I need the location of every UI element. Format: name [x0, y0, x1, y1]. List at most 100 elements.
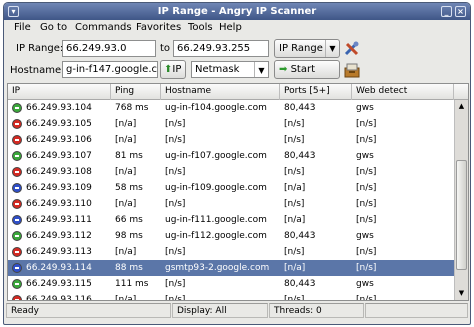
- ip-lookup-button[interactable]: ⬆IP: [160, 60, 186, 79]
- menu-bar: File Go to Commands Favorites Tools Help: [4, 20, 470, 36]
- menu-goto[interactable]: Go to: [40, 22, 67, 33]
- ip-lookup-label: IP: [172, 64, 182, 75]
- cell-ports: [n/s]: [284, 135, 305, 145]
- scroll-down-icon[interactable]: ▼: [455, 287, 468, 300]
- cell-hostname: [n/s]: [165, 135, 186, 145]
- menu-help[interactable]: Help: [219, 22, 242, 33]
- col-hostname[interactable]: Hostname: [161, 84, 280, 100]
- window-menu-icon[interactable]: ▾: [8, 6, 19, 17]
- table-row[interactable]: 66.249.93.107 81 ms ug-in-f107.google.com 8…: [8, 148, 454, 164]
- cell-web-detect: gws: [356, 103, 374, 113]
- cell-ports: 80,443: [284, 151, 316, 161]
- hostname-label: Hostname:: [10, 65, 65, 76]
- cell-ip: 66.249.93.108: [26, 167, 92, 177]
- menu-tools[interactable]: Tools: [188, 22, 213, 33]
- chevron-down-icon: ▼: [254, 62, 268, 77]
- app-window: ▾ IP Range - Angry IP Scanner _ × File G…: [3, 2, 471, 325]
- table-row[interactable]: 66.249.93.109 58 ms ug-in-f109.google.com […: [8, 180, 454, 196]
- cell-ip: 66.249.93.112: [26, 231, 92, 241]
- table-row[interactable]: 66.249.93.114 88 ms gsmtp93-2.google.com [n…: [8, 260, 454, 276]
- cell-web-detect: gws: [356, 279, 374, 289]
- cell-ip: 66.249.93.116: [26, 295, 92, 301]
- table-row[interactable]: 66.249.93.116 [n/a] [n/s] [n/s] [n/s]: [8, 292, 454, 301]
- status-red-icon: [12, 247, 22, 257]
- status-red-icon: [12, 135, 22, 145]
- cell-ports: [n/s]: [284, 295, 305, 301]
- cell-ping: [n/a]: [115, 167, 137, 177]
- feeder-select[interactable]: IP Range ▼: [274, 39, 340, 58]
- cell-web-detect: [n/s]: [356, 119, 377, 129]
- table-row[interactable]: 66.249.93.105 [n/a] [n/s] [n/s] [n/s]: [8, 116, 454, 132]
- cell-ping: [n/a]: [115, 247, 137, 257]
- cell-ping: 81 ms: [115, 151, 143, 161]
- cell-ping: [n/a]: [115, 199, 137, 209]
- table-row[interactable]: 66.249.93.104 768 ms ug-in-f104.google.com…: [8, 100, 454, 116]
- cell-web-detect: [n/s]: [356, 215, 377, 225]
- cell-ports: [n/a]: [284, 263, 306, 273]
- start-button-label: Start: [290, 64, 316, 75]
- table-row[interactable]: 66.249.93.113 [n/a] [n/s] [n/s] [n/s]: [8, 244, 454, 260]
- cell-ports: 80,443: [284, 279, 316, 289]
- scroll-thumb[interactable]: [456, 160, 467, 270]
- col-ports[interactable]: Ports [5+]: [280, 84, 352, 100]
- status-red-icon: [12, 167, 22, 177]
- cell-hostname: [n/s]: [165, 247, 186, 257]
- status-threads: Threads: 0: [269, 303, 364, 318]
- cell-ports: [n/s]: [284, 247, 305, 257]
- table-row[interactable]: 66.249.93.110 [n/a] [n/s] [n/s] [n/s]: [8, 196, 454, 212]
- table-row[interactable]: 66.249.93.111 66 ms ug-in-f111.google.com […: [8, 212, 454, 228]
- cell-ip: 66.249.93.114: [26, 263, 92, 273]
- cell-ping: 768 ms: [115, 103, 149, 113]
- ip-range-label: IP Range:: [16, 43, 64, 54]
- status-red-icon: [12, 295, 22, 300]
- cell-web-detect: [n/s]: [356, 199, 377, 209]
- cell-hostname: [n/s]: [165, 119, 186, 129]
- cell-web-detect: [n/s]: [356, 167, 377, 177]
- table-row[interactable]: 66.249.93.115 111 ms [n/s] 80,443 gws: [8, 276, 454, 292]
- table-row[interactable]: 66.249.93.112 98 ms ug-in-f112.google.com 8…: [8, 228, 454, 244]
- cell-ping: 66 ms: [115, 215, 143, 225]
- cell-hostname: ug-in-f104.google.com: [165, 103, 267, 113]
- cell-web-detect: gws: [356, 231, 374, 241]
- preferences-icon[interactable]: [344, 41, 360, 57]
- cell-hostname: ug-in-f112.google.com: [165, 231, 267, 241]
- table-row[interactable]: 66.249.93.108 [n/a] [n/s] [n/s] [n/s]: [8, 164, 454, 180]
- cell-ip: 66.249.93.105: [26, 119, 92, 129]
- netmask-select[interactable]: Netmask ▼: [191, 61, 269, 78]
- fetchers-icon[interactable]: [344, 62, 360, 78]
- scroll-up-icon[interactable]: ▲: [455, 100, 468, 113]
- start-button[interactable]: ➡ Start: [274, 60, 340, 79]
- cell-ports: [n/a]: [284, 183, 306, 193]
- cell-ip: 66.249.93.104: [26, 103, 92, 113]
- col-ip[interactable]: IP: [8, 84, 111, 100]
- col-web-detect[interactable]: Web detect: [352, 84, 454, 100]
- status-red-icon: [12, 119, 22, 129]
- minimize-icon[interactable]: _: [441, 6, 452, 17]
- cell-ping: 88 ms: [115, 263, 143, 273]
- menu-commands[interactable]: Commands: [75, 22, 132, 33]
- cell-ports: 80,443: [284, 231, 316, 241]
- cell-web-detect: [n/s]: [356, 183, 377, 193]
- cell-hostname: [n/s]: [165, 167, 186, 177]
- cell-hostname: [n/s]: [165, 279, 186, 289]
- cell-web-detect: [n/s]: [356, 135, 377, 145]
- cell-ping: 58 ms: [115, 183, 143, 193]
- status-green-icon: [12, 279, 22, 289]
- table-row[interactable]: 66.249.93.106 [n/a] [n/s] [n/s] [n/s]: [8, 132, 454, 148]
- hostname-input[interactable]: g-in-f147.google.com: [62, 61, 158, 78]
- cell-ping: 111 ms: [115, 279, 149, 289]
- col-ping[interactable]: Ping: [111, 84, 161, 100]
- menu-favorites[interactable]: Favorites: [136, 22, 181, 33]
- netmask-select-value: Netmask: [195, 64, 240, 75]
- menu-file[interactable]: File: [14, 22, 31, 33]
- cell-hostname: [n/s]: [165, 199, 186, 209]
- table-header: IP Ping Hostname Ports [5+] Web detect: [8, 84, 468, 100]
- cell-ip: 66.249.93.107: [26, 151, 92, 161]
- range-start-input[interactable]: 66.249.93.0: [62, 40, 156, 57]
- cell-ports: [n/a]: [284, 215, 306, 225]
- close-icon[interactable]: ×: [455, 6, 466, 17]
- vertical-scrollbar[interactable]: ▲ ▼: [454, 100, 468, 300]
- status-green-icon: [12, 103, 22, 113]
- status-green-icon: [12, 151, 22, 161]
- range-end-input[interactable]: 66.249.93.255: [173, 40, 269, 57]
